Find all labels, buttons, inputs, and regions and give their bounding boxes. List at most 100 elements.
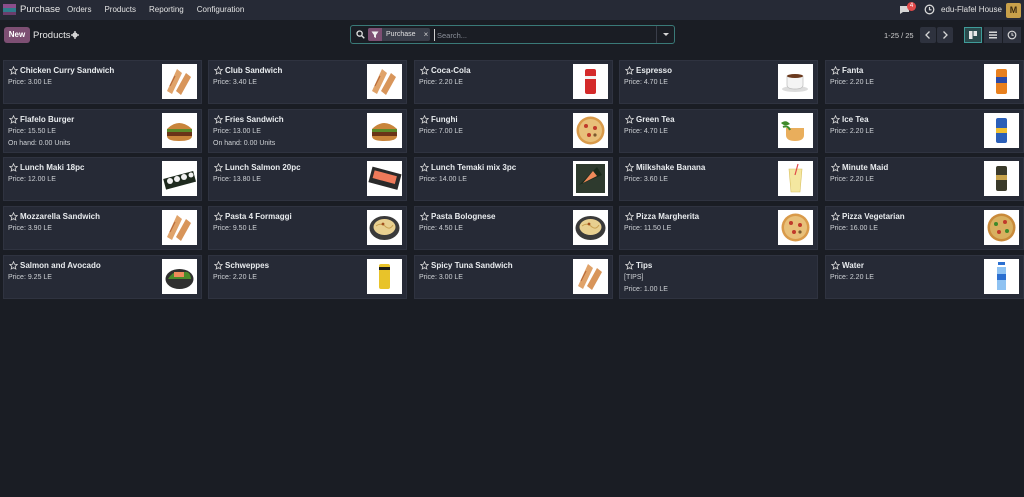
favorite-star-icon[interactable]	[420, 163, 429, 172]
product-image	[984, 161, 1019, 196]
product-card[interactable]: Pizza Margherita Price: 11.50 LE	[619, 206, 818, 250]
product-detail-line: Price: 2.20 LE	[830, 176, 874, 183]
favorite-star-icon[interactable]	[9, 163, 18, 172]
product-card[interactable]: Funghi Price: 7.00 LE	[414, 109, 613, 153]
coffee-cup-image	[782, 74, 808, 92]
favorite-star-icon[interactable]	[214, 163, 223, 172]
product-card[interactable]: Lunch Temaki mix 3pc Price: 14.00 LE	[414, 157, 613, 201]
product-card[interactable]: Schweppes Price: 2.20 LE	[208, 255, 407, 299]
product-card[interactable]: Coca-Cola Price: 2.20 LE	[414, 60, 613, 104]
product-card[interactable]: Spicy Tuna Sandwich Price: 3.00 LE	[414, 255, 613, 299]
favorite-star-icon[interactable]	[625, 212, 634, 221]
product-name: Ice Tea	[842, 115, 869, 124]
list-view-button[interactable]	[984, 27, 1002, 43]
favorite-star-icon[interactable]	[420, 115, 429, 124]
favorite-star-icon[interactable]	[625, 163, 634, 172]
favorite-star-icon[interactable]	[831, 66, 840, 75]
orange-can-image	[996, 69, 1007, 94]
product-card[interactable]: Salmon and Avocado Price: 9.25 LE	[3, 255, 202, 299]
favorite-star-icon[interactable]	[831, 115, 840, 124]
user-avatar[interactable]: M	[1006, 3, 1021, 18]
product-card[interactable]: Lunch Salmon 20pc Price: 13.80 LE	[208, 157, 407, 201]
product-card[interactable]: Pizza Vegetarian Price: 16.00 LE	[825, 206, 1024, 250]
search-input[interactable]	[434, 29, 654, 41]
product-image	[162, 64, 197, 99]
dark-can-image	[996, 166, 1007, 191]
activity-view-button[interactable]	[1003, 27, 1021, 43]
product-card[interactable]: Tips [TIPS] Price: 1.00 LE	[619, 255, 818, 299]
product-name: Water	[842, 261, 864, 270]
product-name: Pasta Bolognese	[431, 212, 496, 221]
gear-icon[interactable]	[71, 31, 79, 39]
favorite-star-icon[interactable]	[625, 66, 634, 75]
product-card[interactable]: Green Tea Price: 4.70 LE	[619, 109, 818, 153]
favorite-star-icon[interactable]	[9, 261, 18, 270]
search-options-toggle[interactable]	[656, 26, 674, 43]
menu-reporting[interactable]: Reporting	[149, 5, 184, 14]
favorite-star-icon[interactable]	[831, 163, 840, 172]
new-button[interactable]: New	[4, 27, 30, 43]
product-image	[367, 113, 402, 148]
favorite-star-icon[interactable]	[831, 261, 840, 270]
kanban-view-button[interactable]	[964, 27, 982, 43]
product-detail-line: Price: 2.20 LE	[213, 274, 257, 281]
favorite-star-icon[interactable]	[420, 66, 429, 75]
favorite-star-icon[interactable]	[214, 212, 223, 221]
pager-previous-button[interactable]	[920, 27, 936, 43]
product-image	[367, 210, 402, 245]
top-navbar: Purchase Orders Products Reporting Confi…	[0, 0, 1024, 20]
search-icon[interactable]	[356, 30, 365, 39]
favorite-star-icon[interactable]	[420, 212, 429, 221]
main-menu: Orders Products Reporting Configuration	[67, 5, 257, 14]
product-card[interactable]: Water Price: 2.20 LE	[825, 255, 1024, 299]
pager-value[interactable]: 1-25 / 25	[884, 31, 914, 40]
product-card[interactable]: Fanta Price: 2.20 LE	[825, 60, 1024, 104]
menu-products[interactable]: Products	[104, 5, 136, 14]
product-detail-line: Price: 2.20 LE	[419, 79, 463, 86]
favorite-star-icon[interactable]	[625, 115, 634, 124]
product-card[interactable]: Espresso Price: 4.70 LE	[619, 60, 818, 104]
product-detail-line: Price: 4.70 LE	[624, 128, 668, 135]
favorite-star-icon[interactable]	[9, 212, 18, 221]
favorite-star-icon[interactable]	[214, 261, 223, 270]
product-card[interactable]: Ice Tea Price: 2.20 LE	[825, 109, 1024, 153]
favorite-star-icon[interactable]	[9, 115, 18, 124]
favorite-star-icon[interactable]	[9, 66, 18, 75]
notification-badge: 4	[907, 2, 916, 11]
product-card[interactable]: Flafelo Burger Price: 15.50 LE On hand: 0.…	[3, 109, 202, 153]
product-card[interactable]: Mozzarella Sandwich Price: 3.90 LE	[3, 206, 202, 250]
red-can-image	[585, 69, 596, 94]
menu-configuration[interactable]: Configuration	[197, 5, 245, 14]
product-card[interactable]: Chicken Curry Sandwich Price: 3.00 LE	[3, 60, 202, 104]
product-card[interactable]: Minute Maid Price: 2.20 LE	[825, 157, 1024, 201]
product-detail-line: Price: 13.80 LE	[213, 176, 261, 183]
product-detail-line: [TIPS]	[624, 274, 644, 281]
product-name: Green Tea	[636, 115, 675, 124]
product-card[interactable]: Pasta 4 Formaggi Price: 9.50 LE	[208, 206, 407, 250]
menu-orders[interactable]: Orders	[67, 5, 91, 14]
product-image	[573, 113, 608, 148]
product-card[interactable]: Milkshake Banana Price: 3.60 LE	[619, 157, 818, 201]
product-card[interactable]: Fries Sandwich Price: 13.00 LE On hand: 0.…	[208, 109, 407, 153]
facet-remove-button[interactable]: ×	[424, 30, 429, 39]
favorite-star-icon[interactable]	[625, 261, 634, 270]
product-image	[778, 113, 813, 148]
product-image	[573, 64, 608, 99]
product-card[interactable]: Lunch Maki 18pc Price: 12.00 LE	[3, 157, 202, 201]
favorite-star-icon[interactable]	[214, 115, 223, 124]
product-card[interactable]: Pasta Bolognese Price: 4.50 LE	[414, 206, 613, 250]
product-name: Club Sandwich	[225, 66, 283, 75]
favorite-star-icon[interactable]	[420, 261, 429, 270]
product-image	[573, 210, 608, 245]
product-card[interactable]: Club Sandwich Price: 3.40 LE	[208, 60, 407, 104]
clock-icon[interactable]	[924, 4, 935, 15]
product-image	[984, 64, 1019, 99]
product-image	[984, 259, 1019, 294]
pager-next-button[interactable]	[937, 27, 953, 43]
favorite-star-icon[interactable]	[214, 66, 223, 75]
company-switcher[interactable]: edu-Flafel House	[941, 5, 1002, 14]
app-brand[interactable]: Purchase	[20, 4, 60, 15]
favorite-star-icon[interactable]	[831, 212, 840, 221]
apps-menu-icon[interactable]	[3, 3, 16, 16]
pizza-image	[781, 213, 810, 242]
